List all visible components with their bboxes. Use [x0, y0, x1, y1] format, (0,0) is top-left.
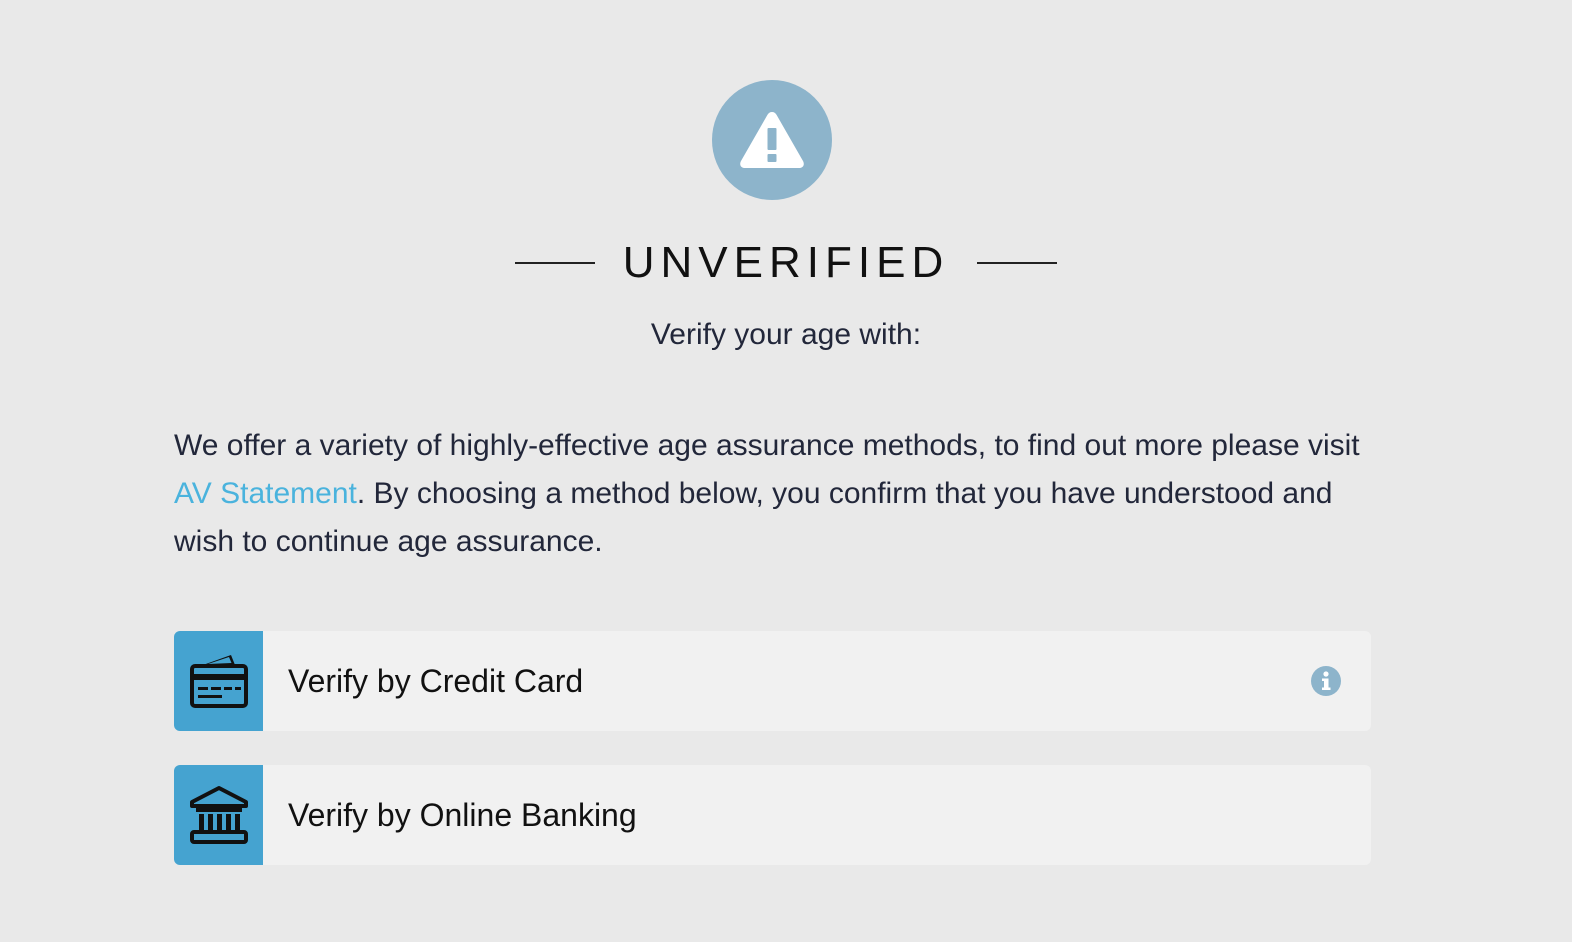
verify-credit-card-button[interactable]: Verify by Credit Card — [174, 631, 1371, 731]
verify-subtitle: Verify your age with: — [650, 318, 922, 351]
age-verification-page: UNVERIFIED Verify your age with: We offe… — [0, 0, 1572, 942]
description-text-before: We offer a variety of highly-effective a… — [174, 429, 1360, 462]
verify-credit-card-label: Verify by Credit Card — [288, 662, 584, 699]
status-title-row: UNVERIFIED — [0, 232, 1572, 294]
right-divider — [977, 262, 1058, 264]
info-icon[interactable] — [1311, 666, 1341, 696]
verify-online-banking-button[interactable]: Verify by Online Banking — [174, 765, 1371, 865]
status-title: UNVERIFIED — [622, 238, 950, 287]
credit-card-icon — [174, 631, 263, 731]
left-divider — [514, 262, 595, 264]
warning-triangle-icon — [712, 80, 832, 200]
verify-online-banking-label: Verify by Online Banking — [288, 796, 637, 833]
av-statement-link[interactable]: AV Statement — [174, 477, 357, 510]
description-paragraph: We offer a variety of highly-effective a… — [174, 422, 1374, 566]
bank-icon — [174, 765, 263, 865]
